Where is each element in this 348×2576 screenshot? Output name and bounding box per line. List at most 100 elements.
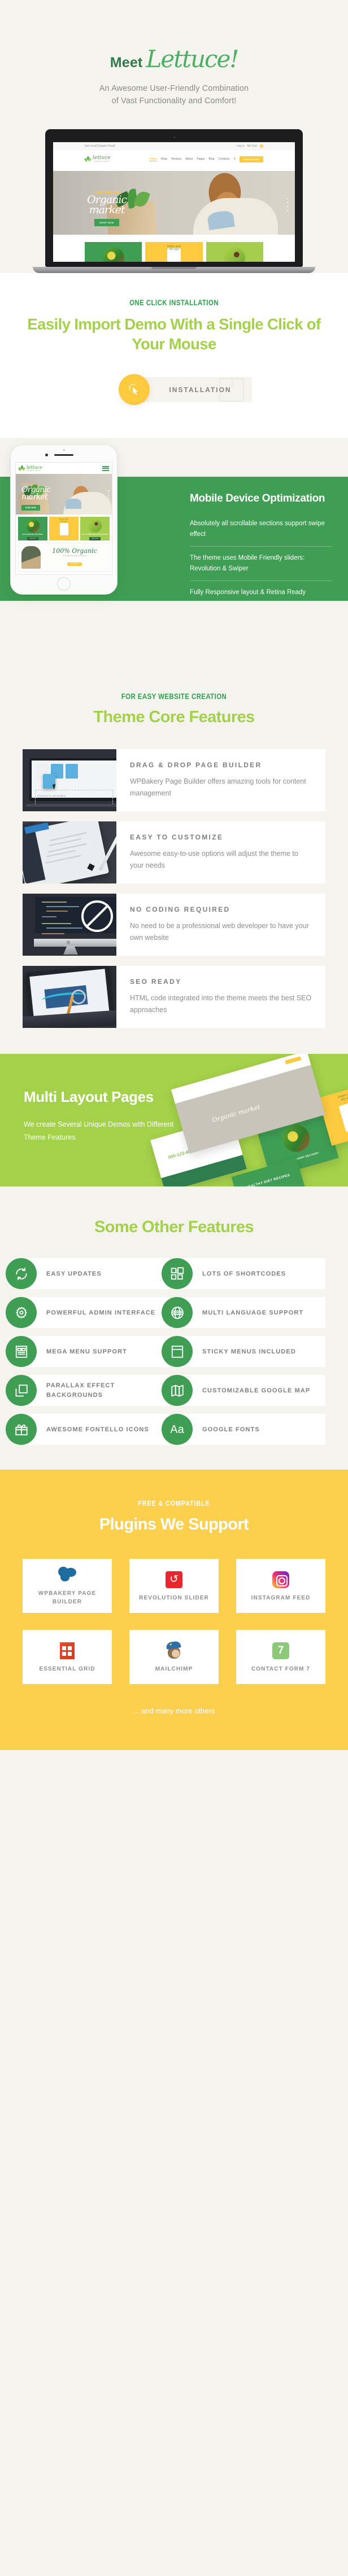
drag-drop-builder-screenshot: Drag here to add widgets	[23, 749, 116, 812]
other-feature-mega-menu[interactable]: MEGA MENU SUPPORT	[6, 1336, 169, 1368]
feature-card-no-coding: NO CODING REQUIRED No need to be a profe…	[23, 894, 325, 956]
one-click-installation-section: ONE CLICK INSTALLATION Easily Import Dem…	[0, 272, 348, 438]
grid-blocks-icon	[162, 1258, 193, 1290]
multi-layout-paragraph: We create Several Unique Demos with Diff…	[24, 1120, 173, 1142]
multi-layout-heading: Multi Layout Pages	[24, 1088, 154, 1106]
phone-demo-navbar: lettuce Online store	[16, 463, 112, 474]
phone-shop-now-button[interactable]: SHOP NOW	[21, 504, 40, 511]
search-icon[interactable]: ⚲	[233, 157, 236, 161]
plugins-footnote: ... and many more others	[133, 1707, 215, 1716]
other-feature-multi-language[interactable]: MULTI LANGUAGE SUPPORT	[162, 1297, 325, 1329]
other-feature-google-map[interactable]: CUSTOMIZABLE GOOGLE MAP	[162, 1375, 325, 1406]
phone-mockup: lettuce Online store Your favorite Organ…	[10, 445, 118, 595]
phone-logo-tagline: Online store	[27, 469, 41, 472]
feature-card-seo-ready: SEO READY HTML code integrated into the …	[23, 966, 325, 1028]
refresh-cycle-icon	[6, 1258, 37, 1290]
demo-hero-slider: Your favorite Organic market SHOP NOW	[53, 168, 295, 238]
laptop-mockup: Eat Local Organic Food! Log in My Cart 0…	[0, 129, 348, 273]
demo-order-button[interactable]: ORDER NOW	[239, 156, 263, 162]
hero-subtitle: An Awesome User-Friendly Combination of …	[0, 82, 348, 108]
phone-home-button[interactable]	[57, 577, 71, 591]
demo-login-link[interactable]: Log in	[237, 144, 245, 148]
mobile-optimization-section: lettuce Online store Your favorite Organ…	[0, 438, 348, 664]
demo-logo-tagline: Online store	[94, 160, 109, 163]
demo-menu-item-home[interactable]: Home	[149, 157, 157, 161]
layers-icon	[6, 1375, 37, 1406]
phone-card-1-label: OUR GROCERY DELIVERY	[22, 534, 44, 536]
phone-card-1-button[interactable]: SHOP NOW	[27, 537, 38, 540]
map-fold-icon	[162, 1375, 193, 1406]
phone-banner-button[interactable]: READ MORE	[67, 562, 82, 566]
imac-code-no-sign-screenshot	[23, 894, 116, 956]
demo-card-app-line-2: the app	[169, 248, 179, 252]
gift-box-icon	[6, 1414, 37, 1445]
mega-menu-icon	[6, 1336, 37, 1368]
demo-promo-card-2[interactable]: Order with the app	[145, 241, 203, 262]
hero-subtitle-line-1: An Awesome User-Friendly Combination	[99, 84, 249, 93]
other-feature-label: CUSTOMIZABLE GOOGLE MAP	[202, 1387, 311, 1394]
phone-promo-card-1[interactable]: OUR GROCERY DELIVERY SHOP NOW	[18, 517, 47, 541]
other-feature-google-fonts[interactable]: Aa GOOGLE FONTS	[162, 1414, 325, 1445]
demo-navbar: lettuce Online store Home Shop Recipes A…	[53, 150, 295, 168]
phone-promo-card-2[interactable]: Order with the app	[49, 517, 79, 541]
page-title: Meet Lettuce!	[0, 47, 348, 71]
phone-banner-title: 100% Organic	[52, 547, 97, 555]
wpbakery-logo	[58, 1567, 76, 1584]
demo-shop-now-button[interactable]: SHOP NOW	[94, 218, 119, 226]
other-feature-label: EASY UPDATES	[46, 1270, 102, 1277]
other-feature-label: POWERFUL ADMIN INTERFACE	[46, 1309, 156, 1316]
slider-dots[interactable]	[287, 194, 288, 211]
plugin-card-revolution-slider[interactable]: ↺ REVOLUTION SLIDER	[129, 1559, 219, 1614]
demo-cart-link[interactable]: My Cart	[247, 144, 258, 148]
other-feature-label: MEGA MENU SUPPORT	[46, 1348, 127, 1355]
other-feature-admin-interface[interactable]: POWERFUL ADMIN INTERFACE	[6, 1297, 169, 1329]
demo-menu-item-contacts[interactable]: Contacts	[219, 157, 230, 161]
plugin-label: MAILCHIMP	[155, 1665, 193, 1672]
demo-logo[interactable]: lettuce Online store	[84, 156, 111, 163]
hero-title-meet: Meet	[110, 55, 143, 71]
feature-title: DRAG & DROP PAGE BUILDER	[130, 761, 262, 769]
other-feature-label: PARALLAX EFFECT BACKGROUNDS	[46, 1382, 115, 1399]
gear-icon	[6, 1297, 37, 1329]
hamburger-menu-icon[interactable]	[102, 466, 109, 471]
laptop-camera-icon	[173, 136, 175, 138]
other-feature-easy-updates[interactable]: EASY UPDATES	[6, 1258, 169, 1290]
phone-card-3-button[interactable]: READ MORE	[89, 537, 101, 540]
sticky-window-icon	[162, 1336, 193, 1368]
demo-menu-item-recipes[interactable]: Recipes	[171, 157, 181, 161]
demo-promo-card-1[interactable]	[85, 241, 142, 262]
revolution-slider-logo: ↺	[166, 1571, 182, 1588]
demo-menu-item-pages[interactable]: Pages	[197, 157, 205, 161]
feature-title: NO CODING REQUIRED	[130, 905, 230, 913]
feature-title: SEO READY	[130, 977, 182, 986]
demo-promo-cards: Order with the app	[53, 237, 295, 262]
other-feature-label: MULTI LANGUAGE SUPPORT	[202, 1309, 304, 1316]
phone-banner-sub: Your Favorite Products Direct Form Field	[62, 555, 87, 557]
plugins-eyebrow: FREE & COMPATIBLE	[138, 1499, 210, 1508]
other-feature-fontello-icons[interactable]: AWESOME FONTELLO ICONS	[6, 1414, 169, 1445]
phone-card-2-line-2: the app	[60, 520, 67, 522]
phone-promo-card-3[interactable]: GIFT CARDS AND CERTIFICATES READ MORE	[80, 517, 110, 541]
phone-organic-banner: 100% Organic Your Favorite Products Dire…	[18, 543, 110, 573]
plugin-card-wpbakery[interactable]: WPBAKERY PAGE BUILDER	[23, 1559, 112, 1614]
feature-description: Awesome easy-to-use options will adjust …	[130, 849, 298, 870]
demo-menu-item-about[interactable]: About	[185, 157, 193, 161]
other-feature-parallax[interactable]: PARALLAX EFFECT BACKGROUNDS	[6, 1375, 169, 1406]
mobile-bullet-2: The theme uses Mobile Friendly sliders: …	[190, 546, 332, 581]
plugins-section: FREE & COMPATIBLE Plugins We Support WPB…	[0, 1470, 348, 1751]
feature-image-caption: Drag here to add widgets	[37, 794, 66, 798]
demo-promo-card-3[interactable]	[206, 241, 263, 262]
plugin-card-contact-form-7[interactable]: 7 CONTACT FORM 7	[236, 1630, 325, 1685]
demo-menu-item-blog[interactable]: Blog	[209, 157, 215, 161]
mobile-heading: Mobile Device Optimization	[190, 493, 325, 505]
phone-slider-dots[interactable]	[108, 487, 109, 499]
plugin-card-mailchimp[interactable]: ★ MAILCHIMP	[129, 1630, 219, 1685]
other-feature-sticky-menus[interactable]: STICKY MENUS INCLUDED	[162, 1336, 325, 1368]
phone-slide-title-2: market	[21, 492, 48, 502]
feature-card-easy-customize: EASY TO CUSTOMIZE Awesome easy-to-use op…	[23, 821, 325, 884]
other-feature-shortcodes[interactable]: LOTS OF SHORTCODES	[162, 1258, 325, 1290]
plugin-card-instagram-feed[interactable]: INSTAGRAM FEED	[236, 1559, 325, 1614]
demo-menu-item-shop[interactable]: Shop	[161, 157, 168, 161]
other-feature-label: AWESOME FONTELLO ICONS	[46, 1426, 149, 1433]
plugin-card-essential-grid[interactable]: ESSENTIAL GRID	[23, 1630, 112, 1685]
